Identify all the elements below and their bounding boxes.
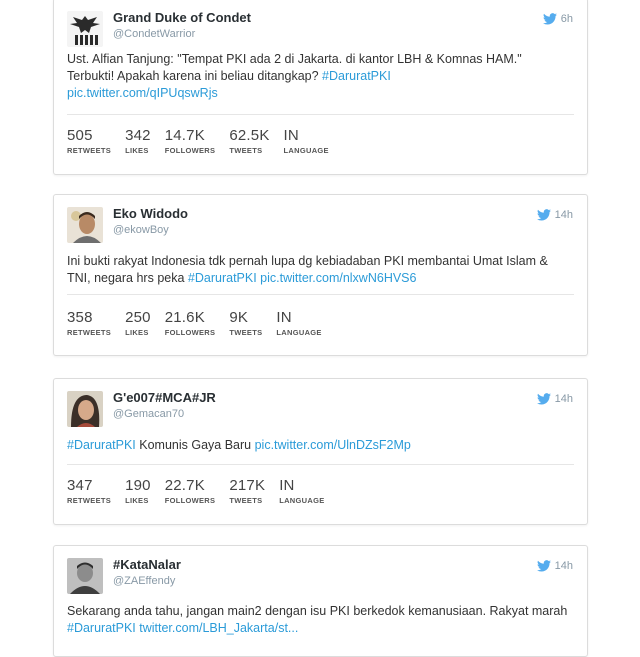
timestamp[interactable]: 6h (542, 13, 573, 25)
tweet-text: #DaruratPKI Komunis Gaya Baru pic.twitte… (67, 437, 572, 454)
stat-label: FOLLOWERS (164, 146, 216, 155)
stat-tweets: 9K TWEETS (229, 309, 262, 337)
stat-followers: 21.6K FOLLOWERS (165, 309, 216, 337)
stat-likes: 342 LIKES (125, 127, 151, 155)
stat-label: LANGUAGE (276, 328, 322, 337)
stats-row: 505 RETWEETS 342 LIKES 14.7K FOLLOWERS 62.5… (67, 127, 343, 155)
stat-label: FOLLOWERS (164, 328, 216, 337)
media-link[interactable]: pic.twitter.com/qIPUqswRjs (67, 86, 218, 100)
author-name[interactable]: Eko Widodo (113, 206, 188, 221)
stat-language: IN LANGUAGE (279, 477, 324, 505)
stat-value: 14.7K (164, 127, 205, 144)
author-handle[interactable]: @Gemacan70 (113, 408, 184, 420)
time-label: 14h (554, 560, 573, 572)
stat-retweets: 505 RETWEETS (67, 127, 111, 155)
stat-value: 22.7K (164, 477, 205, 494)
tweet-card: Eko Widodo @ekowBoy 14h Ini bukti rakyat… (53, 194, 588, 356)
twitter-bird-icon (536, 393, 551, 405)
tweet-card: Grand Duke of Condet @CondetWarrior 6h U… (53, 0, 588, 175)
time-label: 14h (554, 209, 573, 221)
avatar[interactable] (67, 207, 103, 243)
tweet-body: Sekarang anda tahu, jangan main2 dengan … (67, 604, 568, 618)
divider (67, 114, 574, 115)
stat-value: 505 (67, 127, 93, 144)
stat-value: 9K (229, 309, 249, 326)
media-link[interactable]: pic.twitter.com/UlnDZsF2Mp (255, 438, 411, 452)
hashtag-link[interactable]: #DaruratPKI (322, 69, 391, 83)
author-handle[interactable]: @CondetWarrior (113, 28, 195, 40)
stat-label: RETWEETS (67, 496, 112, 505)
stat-retweets: 358 RETWEETS (67, 309, 111, 337)
stat-label: RETWEETS (67, 328, 112, 337)
stat-value: 217K (229, 477, 266, 494)
stat-label: LANGUAGE (283, 146, 329, 155)
stat-likes: 250 LIKES (125, 309, 151, 337)
hashtag-link[interactable]: #DaruratPKI (188, 271, 257, 285)
stat-label: TWEETS (229, 328, 263, 337)
avatar[interactable] (67, 558, 103, 594)
stat-language: IN LANGUAGE (276, 309, 321, 337)
stat-likes: 190 LIKES (125, 477, 151, 505)
media-link[interactable]: twitter.com/LBH_Jakarta/st... (136, 621, 298, 635)
media-link[interactable]: pic.twitter.com/nlxwN6HVS6 (260, 271, 416, 285)
stat-retweets: 347 RETWEETS (67, 477, 111, 505)
stat-label: LIKES (125, 496, 149, 505)
hashtag-link[interactable]: #DaruratPKI (67, 621, 136, 635)
tweet-body: Komunis Gaya Baru (135, 438, 255, 452)
twitter-bird-icon (542, 13, 557, 25)
timestamp[interactable]: 14h (536, 209, 573, 221)
stat-tweets: 217K TWEETS (229, 477, 265, 505)
tweet-body: Ust. Alfian Tanjung: "Tempat PKI ada 2 d… (67, 52, 522, 83)
time-label: 6h (560, 13, 573, 25)
stat-value: 250 (125, 309, 151, 326)
author-name[interactable]: G'e007#MCA#JR (113, 390, 216, 405)
stat-followers: 14.7K FOLLOWERS (165, 127, 216, 155)
divider (67, 464, 574, 465)
stat-value: IN (283, 127, 299, 144)
stat-value: 342 (125, 127, 151, 144)
stat-label: FOLLOWERS (164, 496, 216, 505)
time-label: 14h (554, 393, 573, 405)
stat-value: 358 (67, 309, 93, 326)
author-name[interactable]: #KataNalar (113, 557, 181, 572)
stat-label: LANGUAGE (279, 496, 325, 505)
author-handle[interactable]: @ZAEffendy (113, 575, 175, 587)
stat-value: 21.6K (164, 309, 205, 326)
stat-language: IN LANGUAGE (284, 127, 329, 155)
author-handle[interactable]: @ekowBoy (113, 224, 169, 236)
tweet-text: Ini bukti rakyat Indonesia tdk pernah lu… (67, 253, 572, 287)
stat-label: LIKES (125, 146, 149, 155)
hashtag-link[interactable]: #DaruratPKI (67, 438, 136, 452)
twitter-bird-icon (536, 560, 551, 572)
stat-value: 190 (125, 477, 151, 494)
stat-label: TWEETS (229, 496, 263, 505)
author-name[interactable]: Grand Duke of Condet (113, 10, 251, 25)
stat-label: LIKES (125, 328, 149, 337)
stat-label: TWEETS (229, 146, 263, 155)
tweet-card: #KataNalar @ZAEffendy 14h Sekarang anda … (53, 545, 588, 657)
stat-label: RETWEETS (67, 146, 112, 155)
avatar[interactable] (67, 391, 103, 427)
divider (67, 294, 574, 295)
stat-value: IN (279, 477, 295, 494)
stat-value: 62.5K (229, 127, 270, 144)
stat-value: IN (276, 309, 292, 326)
stat-value: 347 (67, 477, 93, 494)
stat-followers: 22.7K FOLLOWERS (165, 477, 216, 505)
avatar[interactable] (67, 11, 103, 47)
timestamp[interactable]: 14h (536, 560, 573, 572)
tweet-card: G'e007#MCA#JR @Gemacan70 14h #DaruratPKI… (53, 378, 588, 525)
timestamp[interactable]: 14h (536, 393, 573, 405)
stat-tweets: 62.5K TWEETS (229, 127, 269, 155)
tweet-text: Sekarang anda tahu, jangan main2 dengan … (67, 603, 572, 637)
stats-row: 347 RETWEETS 190 LIKES 22.7K FOLLOWERS 217K… (67, 477, 339, 505)
stats-row: 358 RETWEETS 250 LIKES 21.6K FOLLOWERS 9K TW… (67, 309, 336, 337)
tweet-text: Ust. Alfian Tanjung: "Tempat PKI ada 2 d… (67, 51, 572, 102)
twitter-bird-icon (536, 209, 551, 221)
